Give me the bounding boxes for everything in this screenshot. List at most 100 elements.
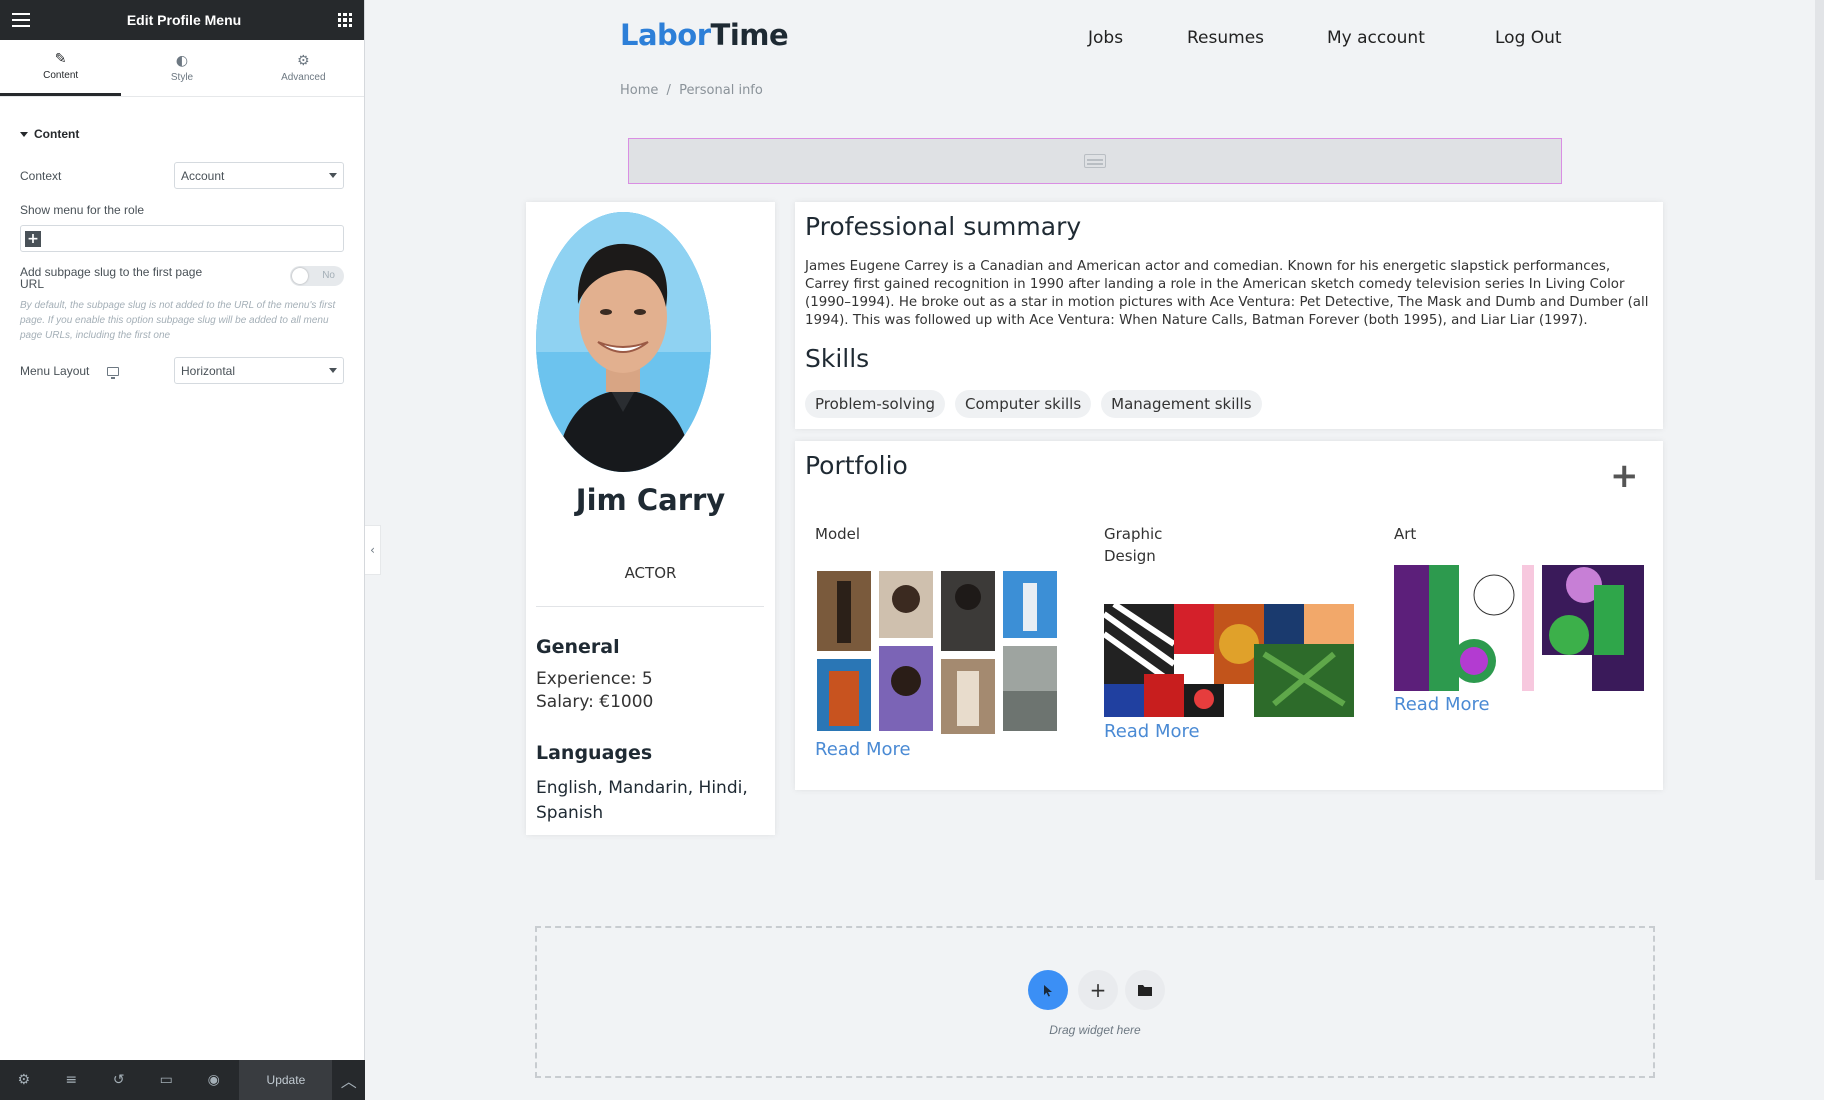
- profile-photo: [536, 212, 711, 472]
- section-title: Content: [34, 127, 80, 141]
- menu-widget-icon: [1084, 154, 1106, 168]
- responsive-icon[interactable]: ▭: [142, 1060, 189, 1100]
- tab-advanced[interactable]: ⚙ Advanced: [243, 40, 364, 96]
- slug-toggle[interactable]: No: [290, 266, 344, 286]
- logo-part-2: Time: [710, 18, 789, 52]
- add-role-icon[interactable]: +: [25, 230, 41, 247]
- folder-icon: [1138, 985, 1152, 996]
- layout-label-wrap: Menu Layout: [20, 363, 119, 379]
- profile-menu-widget-placeholder[interactable]: [628, 138, 1562, 184]
- read-more-model-link[interactable]: Read More: [815, 739, 911, 760]
- slug-label: Add subpage slug to the first page URL: [20, 265, 203, 291]
- role-select-input[interactable]: +: [20, 225, 344, 252]
- menu-icon[interactable]: [12, 13, 30, 27]
- editor-footer: ⚙ ≡ ↺ ▭ ◉ Update ︿: [0, 1060, 365, 1100]
- context-select[interactable]: Account: [174, 162, 344, 189]
- layout-value: Horizontal: [181, 363, 236, 378]
- skills-heading: Skills: [805, 344, 870, 373]
- profile-card: Jim Carry ACTOR General Experience: 5 Sa…: [526, 202, 775, 835]
- portfolio-category-graphic-design: Graphic Design: [1104, 525, 1163, 565]
- cursor-icon: [1044, 985, 1052, 997]
- nav-my-account[interactable]: My account: [1327, 28, 1425, 48]
- summary-heading: Professional summary: [805, 212, 1082, 241]
- role-label: Show menu for the role: [20, 203, 145, 217]
- template-library-button[interactable]: [1125, 970, 1165, 1010]
- context-control: Context Account: [0, 162, 364, 189]
- salary-text: Salary: €1000: [536, 692, 654, 712]
- add-widget-button[interactable]: +: [1078, 970, 1118, 1010]
- context-value: Account: [181, 168, 225, 183]
- tab-content-label: Content: [43, 70, 79, 81]
- portfolio-category-art: Art: [1394, 525, 1417, 543]
- gear-icon: ⚙: [297, 52, 310, 69]
- tab-style[interactable]: ◐ Style: [121, 40, 242, 96]
- tab-style-label: Style: [170, 71, 194, 83]
- add-portfolio-icon[interactable]: +: [1610, 459, 1639, 493]
- art-gallery-image[interactable]: [1394, 565, 1644, 691]
- slug-description: By default, the subpage slug is not adde…: [20, 300, 336, 341]
- toggle-label: No: [322, 270, 335, 281]
- nav-resumes[interactable]: Resumes: [1187, 28, 1264, 48]
- chevron-down-icon: [329, 173, 337, 178]
- skill-tag: Management skills: [1101, 390, 1262, 418]
- page-scrollbar[interactable]: [1815, 0, 1824, 880]
- settings-icon[interactable]: ⚙: [0, 1060, 47, 1100]
- desktop-icon[interactable]: [106, 366, 119, 379]
- summary-text: James Eugene Carrey is a Canadian and Am…: [805, 259, 1649, 328]
- tab-content[interactable]: ✎ Content: [0, 40, 122, 96]
- skills-list: Problem-solving Computer skills Manageme…: [805, 390, 1262, 418]
- languages-heading: Languages: [536, 742, 653, 764]
- portfolio-heading: Portfolio: [805, 451, 908, 480]
- editor-title: Edit Profile Menu: [126, 12, 242, 28]
- languages-text: English, Mandarin, Hindi, Spanish: [536, 778, 748, 823]
- nav-jobs[interactable]: Jobs: [1088, 28, 1123, 48]
- profile-name: Jim Carry: [575, 483, 726, 517]
- apps-grid-icon[interactable]: [338, 13, 352, 27]
- select-cursor-button[interactable]: [1028, 970, 1068, 1010]
- site-logo[interactable]: LaborTime: [620, 18, 789, 52]
- context-label: Context: [20, 168, 62, 183]
- logo-part-1: Labor: [620, 18, 711, 52]
- caret-down-icon: [20, 131, 28, 137]
- experience-text: Experience: 5: [536, 669, 653, 689]
- tab-advanced-label: Advanced: [281, 71, 326, 83]
- read-more-art-link[interactable]: Read More: [1394, 694, 1490, 715]
- skill-tag: Computer skills: [954, 390, 1092, 418]
- layers-icon[interactable]: ≡: [47, 1060, 94, 1100]
- update-button[interactable]: Update: [239, 1060, 333, 1100]
- skill-tag: Problem-solving: [805, 390, 945, 418]
- general-heading: General: [536, 636, 620, 658]
- general-info: Experience: 5 Salary: €1000: [536, 668, 653, 714]
- divider: [536, 606, 764, 607]
- editor-header: Edit Profile Menu: [0, 0, 364, 40]
- breadcrumb-separator: /: [666, 83, 671, 98]
- read-more-graphic-design-link[interactable]: Read More: [1104, 721, 1200, 742]
- nav-log-out[interactable]: Log Out: [1495, 28, 1562, 48]
- editor-tabs: ✎ Content ◐ Style ⚙ Advanced: [0, 40, 364, 97]
- drag-widget-hint: Drag widget here: [1049, 1023, 1141, 1037]
- profile-role: ACTOR: [624, 564, 677, 582]
- contrast-icon: ◐: [175, 52, 189, 69]
- content-section-toggle[interactable]: Content: [0, 127, 364, 141]
- collapse-panel-button[interactable]: ‹: [365, 525, 381, 575]
- pencil-icon: ✎: [54, 51, 67, 67]
- breadcrumb: Home / Personal info: [620, 83, 763, 98]
- history-icon[interactable]: ↺: [95, 1060, 142, 1100]
- portfolio-category-model: Model: [815, 525, 861, 543]
- model-gallery-image[interactable]: [817, 571, 1057, 734]
- chevron-down-icon: [329, 368, 337, 373]
- toggle-knob: [292, 268, 308, 284]
- graphic-design-gallery-image[interactable]: [1104, 594, 1354, 717]
- breadcrumb-current: Personal info: [679, 83, 763, 98]
- preview-eye-icon[interactable]: ◉: [190, 1060, 237, 1100]
- widget-drop-zone[interactable]: + Drag widget here: [535, 926, 1655, 1078]
- summary-card: Professional summary James Eugene Carrey…: [795, 202, 1663, 429]
- layout-control: Menu Layout Horizontal: [0, 357, 364, 384]
- portrait-image: [536, 212, 711, 472]
- portfolio-card: Portfolio + Model Read More Graphic Desi…: [795, 441, 1663, 790]
- breadcrumb-home[interactable]: Home: [620, 83, 658, 98]
- layout-select[interactable]: Horizontal: [174, 357, 344, 384]
- chevron-up-icon[interactable]: ︿: [332, 1060, 365, 1100]
- layout-label: Menu Layout: [20, 363, 90, 378]
- plus-icon: +: [1089, 978, 1107, 1002]
